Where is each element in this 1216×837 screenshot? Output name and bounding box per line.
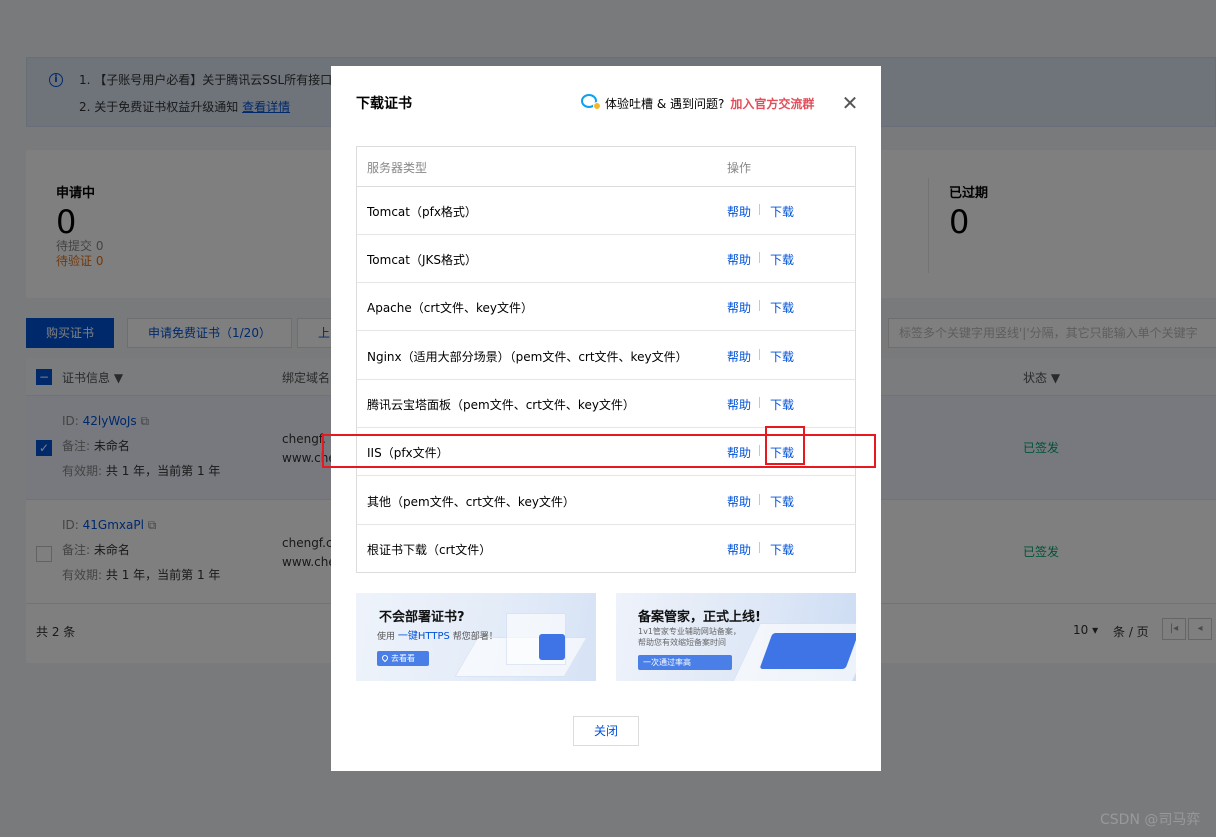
badge-card-icon xyxy=(759,633,856,669)
server-type-name: 其他（pem文件、crt文件、key文件） xyxy=(367,495,575,509)
help-link[interactable]: 帮助 xyxy=(727,251,751,268)
help-link[interactable]: 帮助 xyxy=(727,348,751,365)
download-link[interactable]: 下载 xyxy=(770,203,794,220)
link-separator xyxy=(759,542,760,553)
download-link[interactable]: 下载 xyxy=(770,396,794,413)
table-row: Tomcat（pfx格式） 帮助 下载 xyxy=(357,187,855,235)
banner-subtitle: 1v1管家专业辅助网站备案， 帮助您有效缩短备案时间 xyxy=(638,626,741,648)
close-button[interactable]: 关闭 xyxy=(573,716,639,746)
banner-sub-prefix: 使用 xyxy=(377,632,396,642)
dialog-title: 下载证书 xyxy=(356,96,412,112)
help-link[interactable]: 帮助 xyxy=(727,299,751,316)
go-see-button[interactable]: 去看看 xyxy=(377,651,429,666)
chat-bubble-icon xyxy=(581,94,603,112)
download-link[interactable]: 下载 xyxy=(770,541,794,558)
table-row: 腾讯云宝塔面板（pem文件、crt文件、key文件） 帮助 下载 xyxy=(357,380,855,428)
icp-filing-banner[interactable]: 备案管家，正式上线! 1v1管家专业辅助网站备案， 帮助您有效缩短备案时间 一次… xyxy=(616,593,856,681)
banner-sub-suffix: 帮您部署！ xyxy=(452,632,498,642)
link-separator xyxy=(759,300,760,311)
document-icon xyxy=(539,634,565,660)
download-link[interactable]: 下载 xyxy=(770,493,794,510)
banner-sub-highlight: 一键HTTPS xyxy=(397,631,450,642)
link-separator xyxy=(759,397,760,408)
table-row: 其他（pem文件、crt文件、key文件） 帮助 下载 xyxy=(357,477,855,525)
high-pass-rate-button[interactable]: 一次通过率高 xyxy=(638,655,732,670)
server-type-name: Apache（crt文件、key文件） xyxy=(367,301,534,315)
download-link[interactable]: 下载 xyxy=(770,251,794,268)
server-type-name: Tomcat（pfx格式） xyxy=(367,205,477,219)
deploy-https-banner[interactable]: 不会部署证书? 使用 一键HTTPS 帮您部署！ 去看看 xyxy=(356,593,596,681)
action-header: 操作 xyxy=(727,161,752,175)
server-type-table: 服务器类型 操作 Tomcat（pfx格式） 帮助 下载 Tomcat（JKS格… xyxy=(356,146,856,573)
link-separator xyxy=(759,204,760,215)
banner-title: 不会部署证书? xyxy=(379,610,465,625)
download-link[interactable]: 下载 xyxy=(770,299,794,316)
server-type-name: 腾讯云宝塔面板（pem文件、crt文件、key文件） xyxy=(367,398,635,412)
table-row: Nginx（适用大部分场景）（pem文件、crt文件、key文件） 帮助 下载 xyxy=(357,332,855,380)
banner-subtitle: 使用 一键HTTPS 帮您部署！ xyxy=(377,627,498,642)
link-separator xyxy=(759,494,760,505)
help-link[interactable]: 帮助 xyxy=(727,396,751,413)
help-link[interactable]: 帮助 xyxy=(727,541,751,558)
download-link[interactable]: 下载 xyxy=(770,348,794,365)
feedback-text: 体验吐槽 & 遇到问题? xyxy=(605,96,725,111)
help-link[interactable]: 帮助 xyxy=(727,203,751,220)
help-link[interactable]: 帮助 xyxy=(727,493,751,510)
table-row: 根证书下载（crt文件） 帮助 下载 xyxy=(357,525,855,573)
watermark: CSDN @司马弈 xyxy=(1100,812,1201,828)
banner-title: 备案管家，正式上线! xyxy=(638,610,761,625)
banner-line-1: 1v1管家专业辅助网站备案， xyxy=(638,627,741,636)
server-type-header: 服务器类型 xyxy=(367,161,428,175)
server-type-name: Tomcat（JKS格式） xyxy=(367,253,478,267)
feedback-bar: 体验吐槽 & 遇到问题? 加入官方交流群 xyxy=(581,93,814,113)
table-row: Tomcat（JKS格式） 帮助 下载 xyxy=(357,235,855,283)
close-icon[interactable]: ✕ xyxy=(840,93,860,113)
table-header: 服务器类型 操作 xyxy=(357,147,855,187)
annotation-highlight-download xyxy=(765,426,805,465)
download-certificate-dialog: 下载证书 体验吐槽 & 遇到问题? 加入官方交流群 ✕ 服务器类型 操作 Tom… xyxy=(331,66,881,771)
banner-line-2: 帮助您有效缩短备案时间 xyxy=(638,638,726,647)
join-group-link[interactable]: 加入官方交流群 xyxy=(730,95,814,112)
link-separator xyxy=(759,349,760,360)
table-row: Apache（crt文件、key文件） 帮助 下载 xyxy=(357,283,855,331)
go-see-label: 去看看 xyxy=(391,654,415,663)
server-type-name: 根证书下载（crt文件） xyxy=(367,543,492,557)
link-separator xyxy=(759,252,760,263)
server-type-name: Nginx（适用大部分场景）（pem文件、crt文件、key文件） xyxy=(367,350,688,364)
location-pin-icon xyxy=(380,653,390,663)
